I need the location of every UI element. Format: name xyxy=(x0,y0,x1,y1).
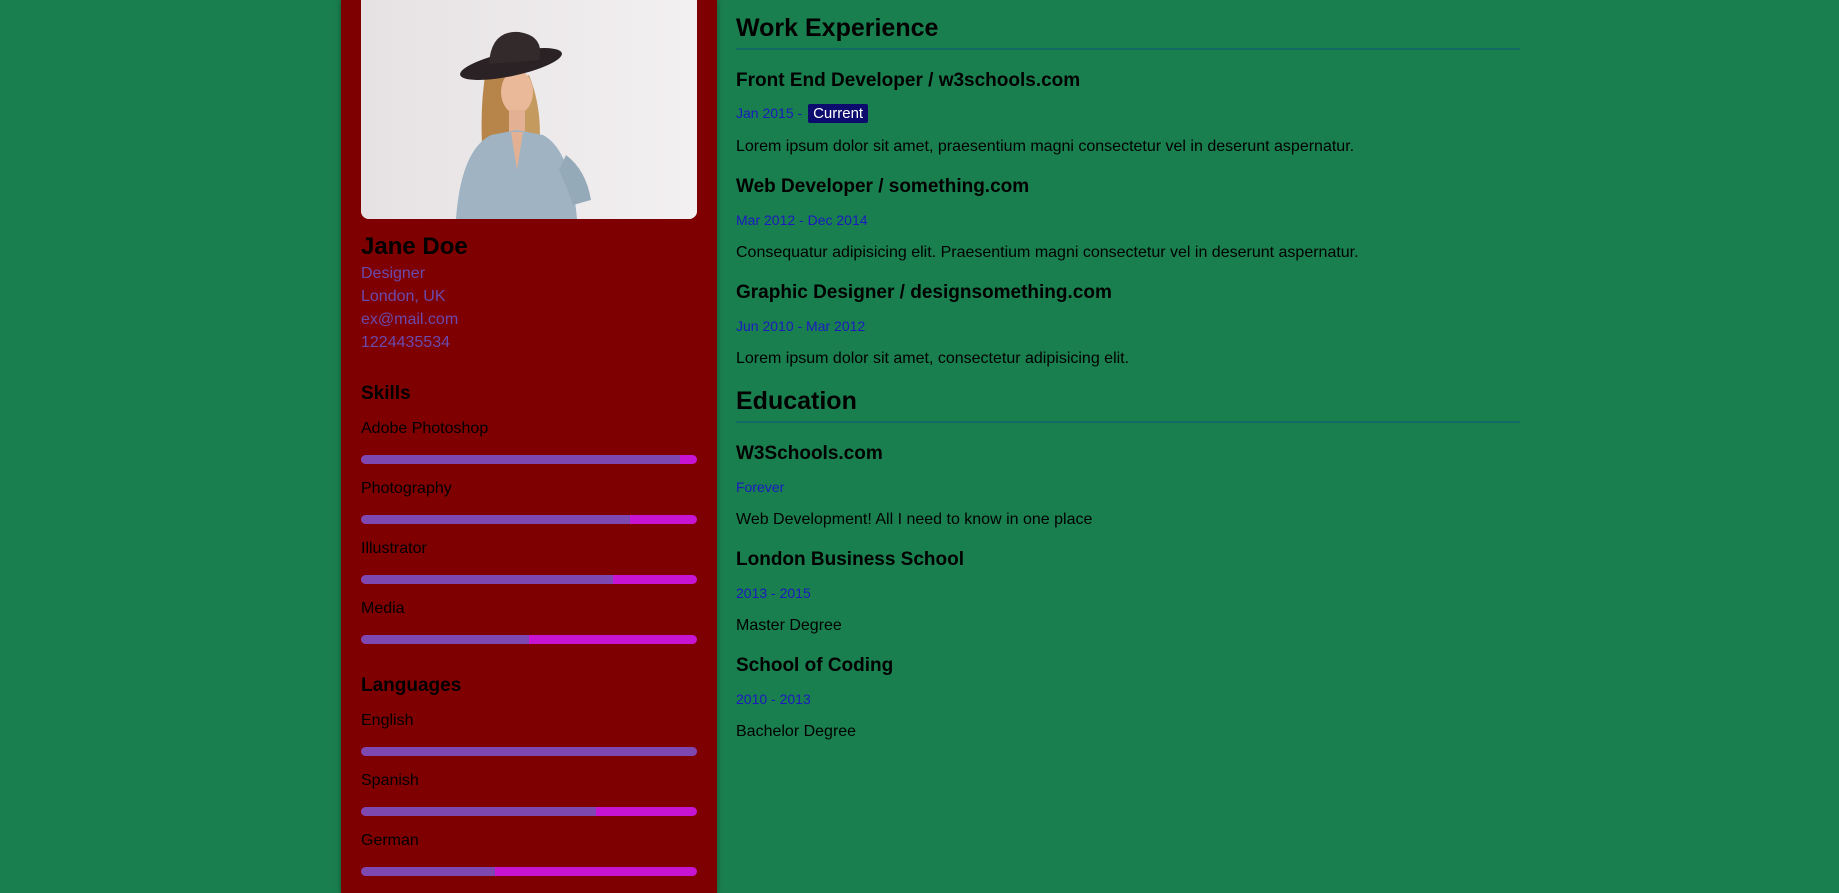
profile-phone: 1224435534 xyxy=(361,334,450,351)
education-entry-date: 2010 - 2013 xyxy=(736,691,811,707)
current-badge: Current xyxy=(808,104,869,123)
work-entry-date: Jan 2015 - Current xyxy=(736,104,869,123)
language-progress-bar xyxy=(361,807,697,816)
profile-location: London, UK xyxy=(361,288,446,305)
skill-progress-fill xyxy=(361,455,681,464)
language-progress-bar xyxy=(361,867,697,876)
skill-progress-bar xyxy=(361,635,697,644)
skill-progress-fill xyxy=(361,515,630,524)
work-entry-title: Graphic Designer / designsomething.com xyxy=(736,282,1112,303)
skill-progress-bar xyxy=(361,455,697,464)
skill-progress-bar xyxy=(361,515,697,524)
work-entry-date-text: Jan 2015 - xyxy=(736,105,807,121)
work-entry-description: Consequatur adipisicing elit. Praesentiu… xyxy=(736,244,1359,261)
work-entry-title: Front End Developer / w3schools.com xyxy=(736,70,1081,91)
education-entry-title: School of Coding xyxy=(736,655,894,676)
skill-progress-bar xyxy=(361,575,697,584)
work-entry-date: Jun 2010 - Mar 2012 xyxy=(736,318,866,334)
work-entry-date: Mar 2012 - Dec 2014 xyxy=(736,212,868,228)
language-label: German xyxy=(361,832,419,849)
language-label: English xyxy=(361,712,414,729)
profile-email[interactable]: ex@mail.com xyxy=(361,310,458,330)
skills-title: Skills xyxy=(361,383,411,404)
education-entry-title: London Business School xyxy=(736,549,965,570)
education-entry-title: W3Schools.com xyxy=(736,443,883,464)
work-entry-description: Lorem ipsum dolor sit amet, consectetur … xyxy=(736,350,1130,367)
skill-label: Illustrator xyxy=(361,540,427,557)
language-progress-fill xyxy=(361,867,496,876)
profile-photo xyxy=(361,0,697,219)
sidebar: Jane Doe Designer London, UK ex@mail.com… xyxy=(341,0,717,893)
profile-name: Jane Doe xyxy=(361,233,468,260)
language-label: Spanish xyxy=(361,772,419,789)
education-entry-date: Forever xyxy=(736,479,785,495)
skill-label: Photography xyxy=(361,480,452,497)
section-divider xyxy=(736,48,1520,50)
profile-role: Designer xyxy=(361,265,426,282)
section-divider xyxy=(736,421,1520,423)
education-entry-description: Web Development! All I need to know in o… xyxy=(736,511,1093,528)
language-progress-fill xyxy=(361,807,597,816)
work-entry-title: Web Developer / something.com xyxy=(736,176,1030,197)
work-entry-description: Lorem ipsum dolor sit amet, praesentium … xyxy=(736,138,1355,155)
skill-progress-fill xyxy=(361,575,613,584)
education-entry-description: Master Degree xyxy=(736,617,842,634)
language-progress-bar xyxy=(361,747,697,756)
language-progress-fill xyxy=(361,747,697,756)
education-entry-date: 2013 - 2015 xyxy=(736,585,811,601)
work-experience-title: Work Experience xyxy=(736,14,939,42)
skill-progress-fill xyxy=(361,635,529,644)
languages-title: Languages xyxy=(361,675,462,696)
skill-label: Media xyxy=(361,600,405,617)
skill-label: Adobe Photoshop xyxy=(361,420,489,437)
education-entry-description: Bachelor Degree xyxy=(736,723,857,740)
education-title: Education xyxy=(736,387,857,415)
